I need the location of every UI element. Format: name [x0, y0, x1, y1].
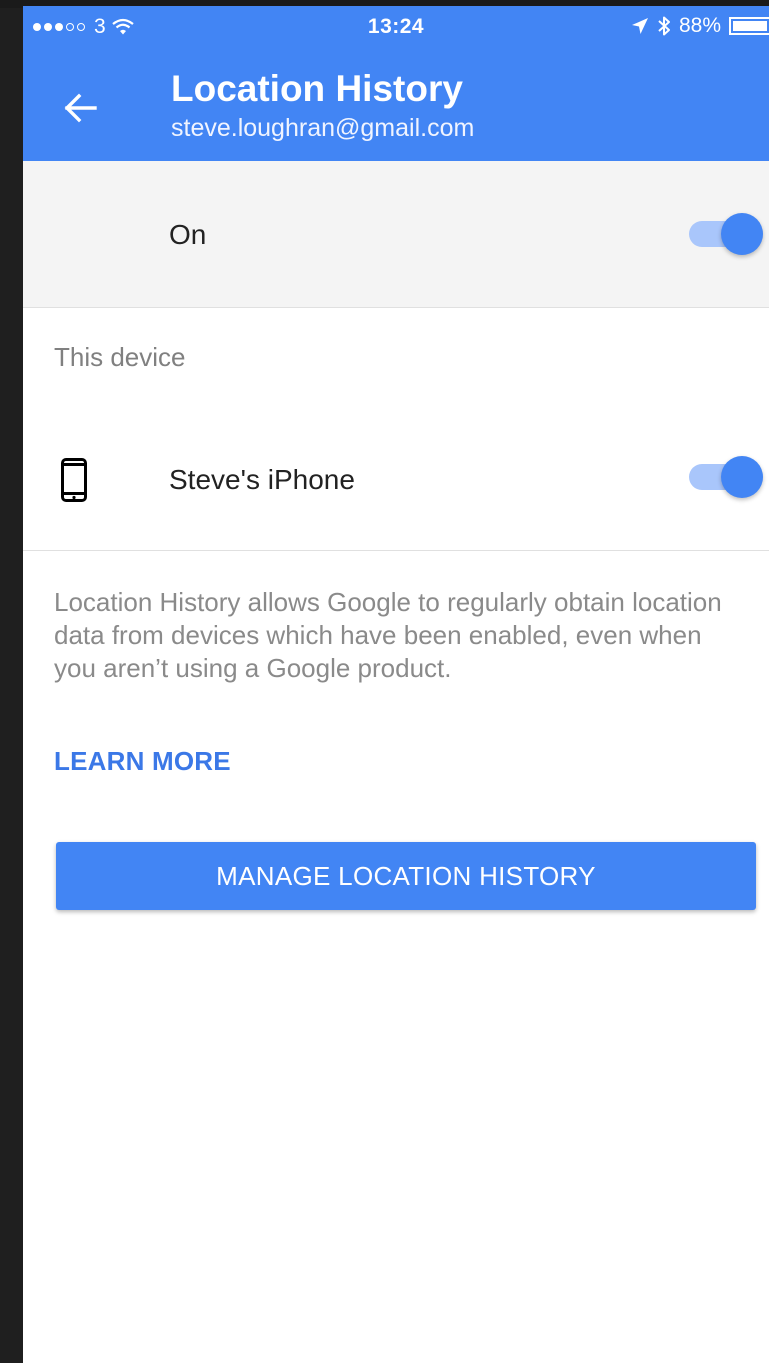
battery-icon: [729, 17, 769, 35]
app-bar: 3 13:24 88% Location History steve.lough…: [23, 6, 769, 161]
account-email: steve.loughran@gmail.com: [171, 114, 475, 142]
toggle-label: On: [169, 219, 207, 250]
switch-thumb: [721, 456, 763, 498]
description-text: Location History allows Google to regula…: [54, 587, 722, 683]
status-bar: 3 13:24 88%: [23, 6, 769, 48]
device-switch[interactable]: [689, 456, 763, 498]
learn-more-link[interactable]: LEARN MORE: [54, 746, 231, 777]
device-name: Steve's iPhone: [169, 464, 355, 495]
status-right: 88%: [631, 14, 769, 38]
device-toggle-row[interactable]: Steve's iPhone: [23, 408, 769, 550]
phone-screen: 3 13:24 88% Location History steve.lough…: [23, 6, 769, 1363]
location-arrow-icon: [631, 18, 648, 34]
location-history-toggle-row[interactable]: On: [23, 161, 769, 308]
switch-thumb: [721, 213, 763, 255]
divider: [23, 550, 769, 551]
battery-percent: 88%: [678, 14, 721, 37]
manage-location-history-button[interactable]: MANAGE LOCATION HISTORY: [56, 842, 756, 910]
bluetooth-icon: [658, 16, 670, 36]
arrow-left-icon: [64, 93, 97, 123]
page-title: Location History: [171, 68, 463, 109]
location-history-switch[interactable]: [689, 213, 763, 255]
smartphone-icon: [61, 458, 87, 502]
back-button[interactable]: [51, 78, 111, 138]
section-header: This device: [54, 342, 186, 372]
